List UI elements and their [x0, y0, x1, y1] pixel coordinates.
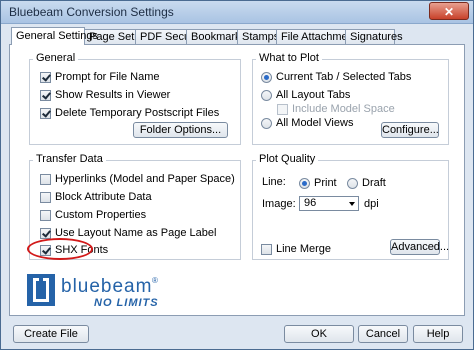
checkbox-box[interactable] — [40, 192, 51, 203]
checkbox-box[interactable] — [40, 228, 51, 239]
bluebeam-mark-icon — [27, 274, 55, 306]
tab-pdf-security[interactable]: PDF Security — [135, 29, 205, 44]
radio-dot[interactable] — [299, 178, 310, 189]
radio-dot[interactable] — [347, 178, 358, 189]
tab-stamps[interactable]: Stamps — [237, 29, 280, 44]
tab-signatures[interactable]: Signatures — [345, 29, 403, 44]
transfer-data-title: Transfer Data — [33, 153, 106, 165]
general-group-title: General — [33, 52, 79, 64]
cancel-button[interactable]: Cancel — [358, 325, 408, 343]
advanced-button[interactable]: Advanced... — [390, 239, 449, 255]
logo-brand: bluebeam — [61, 276, 153, 297]
checkbox-box[interactable] — [40, 210, 51, 221]
checkbox-box[interactable] — [40, 108, 51, 119]
title-bar[interactable]: Bluebeam Conversion Settings ✕ — [1, 1, 473, 24]
shx-fonts-highlight — [27, 238, 93, 260]
image-dpi-select[interactable]: 96 — [299, 196, 359, 211]
bluebeam-logo: bluebeam ® NO LIMITS — [27, 272, 187, 312]
radio-label: Draft — [362, 177, 386, 189]
radio-label: Current Tab / Selected Tabs — [276, 71, 412, 83]
what-to-plot-group: What to Plot Current Tab / Selected Tabs… — [252, 52, 449, 145]
window-title: Bluebeam Conversion Settings — [9, 5, 174, 19]
checkbox-label: Line Merge — [276, 243, 332, 255]
radio-dot[interactable] — [261, 90, 272, 101]
image-dpi-value: 96 — [304, 197, 317, 209]
checkbox-label: Use Layout Name as Page Label — [55, 227, 217, 239]
what-to-plot-title: What to Plot — [256, 52, 322, 64]
tab-label: General Settings — [16, 30, 98, 42]
plot-quality-group: Plot Quality Line: Print Draft Image: 96… — [252, 153, 449, 260]
checkbox-label: Custom Properties — [55, 209, 147, 221]
logo-tagline: NO LIMITS — [94, 297, 159, 309]
folder-options-button[interactable]: Folder Options... — [133, 122, 228, 138]
radio-label: All Layout Tabs — [276, 89, 351, 101]
checkbox-box[interactable] — [40, 90, 51, 101]
tab-general-settings[interactable]: General Settings — [11, 27, 98, 45]
line-label: Line: — [262, 176, 286, 188]
configure-button[interactable]: Configure... — [381, 122, 439, 138]
create-file-button[interactable]: Create File — [13, 325, 89, 343]
checkbox-box — [277, 104, 288, 115]
general-settings-panel: General Prompt for File Name Show Result… — [9, 44, 465, 316]
checkbox-box[interactable] — [40, 72, 51, 83]
checkbox-box[interactable] — [261, 244, 272, 255]
image-label: Image: — [262, 198, 296, 210]
checkbox-box[interactable] — [40, 174, 51, 185]
tab-bookmarks[interactable]: Bookmarks — [186, 29, 246, 44]
general-group: General Prompt for File Name Show Result… — [29, 52, 241, 145]
plot-quality-title: Plot Quality — [256, 153, 319, 165]
ok-button[interactable]: OK — [284, 325, 354, 343]
conversion-settings-dialog: Bluebeam Conversion Settings ✕ General S… — [0, 0, 474, 350]
close-icon: ✕ — [443, 5, 455, 19]
checkbox-label: Block Attribute Data — [55, 191, 152, 203]
checkbox-label: Delete Temporary Postscript Files — [55, 107, 220, 119]
checkbox-label: Prompt for File Name — [55, 71, 160, 83]
chevron-down-icon — [349, 202, 355, 206]
dpi-label: dpi — [364, 198, 379, 210]
checkbox-label: Include Model Space — [292, 103, 395, 115]
help-button[interactable]: Help — [413, 325, 463, 343]
radio-dot[interactable] — [261, 72, 272, 83]
checkbox-label: Hyperlinks (Model and Paper Space) — [55, 173, 235, 185]
tab-file-attachments[interactable]: File Attachments — [276, 29, 362, 44]
radio-label: All Model Views — [276, 117, 354, 129]
radio-dot[interactable] — [261, 118, 272, 129]
checkbox-label: Show Results in Viewer — [55, 89, 171, 101]
logo-registered-mark: ® — [152, 276, 158, 285]
close-button[interactable]: ✕ — [429, 2, 469, 20]
tab-label: Stamps — [242, 31, 280, 43]
radio-label: Print — [314, 177, 337, 189]
tab-label: Signatures — [350, 31, 403, 43]
